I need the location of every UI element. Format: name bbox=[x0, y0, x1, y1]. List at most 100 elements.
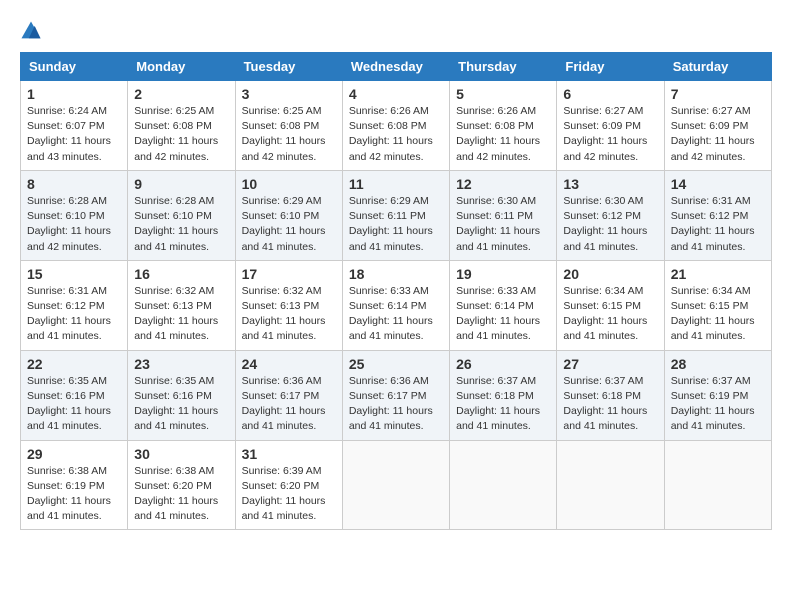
day-info: Sunrise: 6:28 AM Sunset: 6:10 PM Dayligh… bbox=[27, 194, 121, 255]
calendar-header-row: SundayMondayTuesdayWednesdayThursdayFrid… bbox=[21, 53, 772, 81]
day-number: 21 bbox=[671, 266, 765, 282]
week-row-2: 8 Sunrise: 6:28 AM Sunset: 6:10 PM Dayli… bbox=[21, 170, 772, 260]
header-friday: Friday bbox=[557, 53, 664, 81]
day-info: Sunrise: 6:31 AM Sunset: 6:12 PM Dayligh… bbox=[671, 194, 765, 255]
day-info: Sunrise: 6:30 AM Sunset: 6:11 PM Dayligh… bbox=[456, 194, 550, 255]
day-number: 25 bbox=[349, 356, 443, 372]
header-wednesday: Wednesday bbox=[342, 53, 449, 81]
day-number: 22 bbox=[27, 356, 121, 372]
day-info: Sunrise: 6:32 AM Sunset: 6:13 PM Dayligh… bbox=[134, 284, 228, 345]
calendar-cell bbox=[557, 440, 664, 530]
calendar-cell: 19 Sunrise: 6:33 AM Sunset: 6:14 PM Dayl… bbox=[450, 260, 557, 350]
calendar-cell: 8 Sunrise: 6:28 AM Sunset: 6:10 PM Dayli… bbox=[21, 170, 128, 260]
calendar-cell: 17 Sunrise: 6:32 AM Sunset: 6:13 PM Dayl… bbox=[235, 260, 342, 350]
day-info: Sunrise: 6:29 AM Sunset: 6:10 PM Dayligh… bbox=[242, 194, 336, 255]
calendar-cell: 21 Sunrise: 6:34 AM Sunset: 6:15 PM Dayl… bbox=[664, 260, 771, 350]
day-number: 15 bbox=[27, 266, 121, 282]
day-number: 9 bbox=[134, 176, 228, 192]
calendar-cell: 23 Sunrise: 6:35 AM Sunset: 6:16 PM Dayl… bbox=[128, 350, 235, 440]
day-number: 30 bbox=[134, 446, 228, 462]
calendar-cell: 26 Sunrise: 6:37 AM Sunset: 6:18 PM Dayl… bbox=[450, 350, 557, 440]
calendar-cell: 24 Sunrise: 6:36 AM Sunset: 6:17 PM Dayl… bbox=[235, 350, 342, 440]
logo-icon bbox=[20, 20, 42, 42]
calendar-cell: 20 Sunrise: 6:34 AM Sunset: 6:15 PM Dayl… bbox=[557, 260, 664, 350]
calendar-cell: 7 Sunrise: 6:27 AM Sunset: 6:09 PM Dayli… bbox=[664, 81, 771, 171]
calendar-cell: 16 Sunrise: 6:32 AM Sunset: 6:13 PM Dayl… bbox=[128, 260, 235, 350]
day-number: 24 bbox=[242, 356, 336, 372]
week-row-4: 22 Sunrise: 6:35 AM Sunset: 6:16 PM Dayl… bbox=[21, 350, 772, 440]
day-number: 18 bbox=[349, 266, 443, 282]
day-number: 31 bbox=[242, 446, 336, 462]
header-saturday: Saturday bbox=[664, 53, 771, 81]
calendar-cell: 29 Sunrise: 6:38 AM Sunset: 6:19 PM Dayl… bbox=[21, 440, 128, 530]
day-number: 29 bbox=[27, 446, 121, 462]
day-number: 10 bbox=[242, 176, 336, 192]
calendar-cell: 22 Sunrise: 6:35 AM Sunset: 6:16 PM Dayl… bbox=[21, 350, 128, 440]
calendar-cell: 3 Sunrise: 6:25 AM Sunset: 6:08 PM Dayli… bbox=[235, 81, 342, 171]
header bbox=[20, 20, 772, 42]
calendar-body: 1 Sunrise: 6:24 AM Sunset: 6:07 PM Dayli… bbox=[21, 81, 772, 530]
day-info: Sunrise: 6:38 AM Sunset: 6:19 PM Dayligh… bbox=[27, 464, 121, 525]
header-tuesday: Tuesday bbox=[235, 53, 342, 81]
day-info: Sunrise: 6:27 AM Sunset: 6:09 PM Dayligh… bbox=[563, 104, 657, 165]
week-row-1: 1 Sunrise: 6:24 AM Sunset: 6:07 PM Dayli… bbox=[21, 81, 772, 171]
day-info: Sunrise: 6:33 AM Sunset: 6:14 PM Dayligh… bbox=[349, 284, 443, 345]
calendar-cell: 5 Sunrise: 6:26 AM Sunset: 6:08 PM Dayli… bbox=[450, 81, 557, 171]
day-number: 27 bbox=[563, 356, 657, 372]
calendar-cell bbox=[450, 440, 557, 530]
calendar-cell: 28 Sunrise: 6:37 AM Sunset: 6:19 PM Dayl… bbox=[664, 350, 771, 440]
day-info: Sunrise: 6:37 AM Sunset: 6:19 PM Dayligh… bbox=[671, 374, 765, 435]
calendar-cell: 10 Sunrise: 6:29 AM Sunset: 6:10 PM Dayl… bbox=[235, 170, 342, 260]
logo bbox=[20, 20, 46, 42]
calendar-cell: 11 Sunrise: 6:29 AM Sunset: 6:11 PM Dayl… bbox=[342, 170, 449, 260]
day-info: Sunrise: 6:35 AM Sunset: 6:16 PM Dayligh… bbox=[134, 374, 228, 435]
calendar-cell: 18 Sunrise: 6:33 AM Sunset: 6:14 PM Dayl… bbox=[342, 260, 449, 350]
day-info: Sunrise: 6:26 AM Sunset: 6:08 PM Dayligh… bbox=[456, 104, 550, 165]
calendar-cell: 4 Sunrise: 6:26 AM Sunset: 6:08 PM Dayli… bbox=[342, 81, 449, 171]
day-info: Sunrise: 6:36 AM Sunset: 6:17 PM Dayligh… bbox=[349, 374, 443, 435]
week-row-3: 15 Sunrise: 6:31 AM Sunset: 6:12 PM Dayl… bbox=[21, 260, 772, 350]
day-number: 20 bbox=[563, 266, 657, 282]
day-info: Sunrise: 6:35 AM Sunset: 6:16 PM Dayligh… bbox=[27, 374, 121, 435]
day-info: Sunrise: 6:24 AM Sunset: 6:07 PM Dayligh… bbox=[27, 104, 121, 165]
day-number: 16 bbox=[134, 266, 228, 282]
day-number: 2 bbox=[134, 86, 228, 102]
day-info: Sunrise: 6:31 AM Sunset: 6:12 PM Dayligh… bbox=[27, 284, 121, 345]
day-number: 3 bbox=[242, 86, 336, 102]
calendar-cell: 25 Sunrise: 6:36 AM Sunset: 6:17 PM Dayl… bbox=[342, 350, 449, 440]
calendar-cell: 6 Sunrise: 6:27 AM Sunset: 6:09 PM Dayli… bbox=[557, 81, 664, 171]
calendar-cell bbox=[342, 440, 449, 530]
day-info: Sunrise: 6:27 AM Sunset: 6:09 PM Dayligh… bbox=[671, 104, 765, 165]
day-number: 23 bbox=[134, 356, 228, 372]
day-info: Sunrise: 6:25 AM Sunset: 6:08 PM Dayligh… bbox=[134, 104, 228, 165]
calendar-cell: 15 Sunrise: 6:31 AM Sunset: 6:12 PM Dayl… bbox=[21, 260, 128, 350]
calendar: SundayMondayTuesdayWednesdayThursdayFrid… bbox=[20, 52, 772, 530]
day-number: 4 bbox=[349, 86, 443, 102]
day-number: 6 bbox=[563, 86, 657, 102]
day-info: Sunrise: 6:26 AM Sunset: 6:08 PM Dayligh… bbox=[349, 104, 443, 165]
calendar-cell: 27 Sunrise: 6:37 AM Sunset: 6:18 PM Dayl… bbox=[557, 350, 664, 440]
calendar-cell: 9 Sunrise: 6:28 AM Sunset: 6:10 PM Dayli… bbox=[128, 170, 235, 260]
day-info: Sunrise: 6:34 AM Sunset: 6:15 PM Dayligh… bbox=[671, 284, 765, 345]
day-number: 14 bbox=[671, 176, 765, 192]
day-info: Sunrise: 6:32 AM Sunset: 6:13 PM Dayligh… bbox=[242, 284, 336, 345]
calendar-cell: 13 Sunrise: 6:30 AM Sunset: 6:12 PM Dayl… bbox=[557, 170, 664, 260]
day-number: 8 bbox=[27, 176, 121, 192]
day-info: Sunrise: 6:38 AM Sunset: 6:20 PM Dayligh… bbox=[134, 464, 228, 525]
day-info: Sunrise: 6:30 AM Sunset: 6:12 PM Dayligh… bbox=[563, 194, 657, 255]
day-info: Sunrise: 6:36 AM Sunset: 6:17 PM Dayligh… bbox=[242, 374, 336, 435]
day-number: 28 bbox=[671, 356, 765, 372]
day-number: 26 bbox=[456, 356, 550, 372]
day-info: Sunrise: 6:37 AM Sunset: 6:18 PM Dayligh… bbox=[563, 374, 657, 435]
header-monday: Monday bbox=[128, 53, 235, 81]
calendar-cell: 31 Sunrise: 6:39 AM Sunset: 6:20 PM Dayl… bbox=[235, 440, 342, 530]
day-info: Sunrise: 6:28 AM Sunset: 6:10 PM Dayligh… bbox=[134, 194, 228, 255]
calendar-cell: 12 Sunrise: 6:30 AM Sunset: 6:11 PM Dayl… bbox=[450, 170, 557, 260]
header-thursday: Thursday bbox=[450, 53, 557, 81]
header-sunday: Sunday bbox=[21, 53, 128, 81]
day-number: 11 bbox=[349, 176, 443, 192]
day-info: Sunrise: 6:33 AM Sunset: 6:14 PM Dayligh… bbox=[456, 284, 550, 345]
day-number: 5 bbox=[456, 86, 550, 102]
week-row-5: 29 Sunrise: 6:38 AM Sunset: 6:19 PM Dayl… bbox=[21, 440, 772, 530]
calendar-cell: 1 Sunrise: 6:24 AM Sunset: 6:07 PM Dayli… bbox=[21, 81, 128, 171]
